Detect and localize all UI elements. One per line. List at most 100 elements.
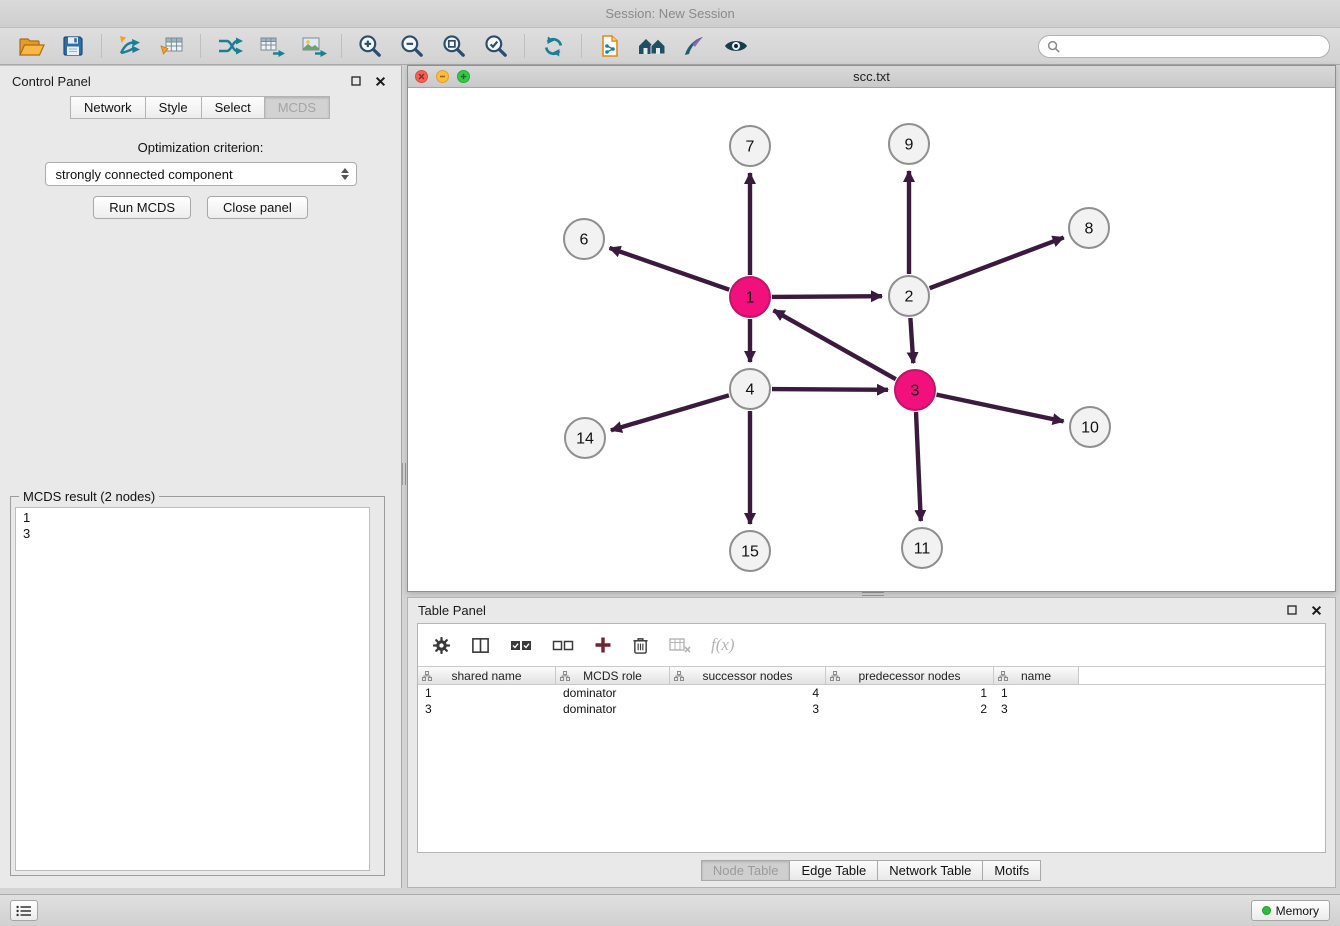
zoom-glyph-icon [460,73,467,80]
refresh-button[interactable] [532,31,574,62]
tab-mcds[interactable]: MCDS [264,96,330,119]
float-panel-button[interactable] [347,73,365,89]
graph-node-10[interactable]: 10 [1070,407,1110,447]
zoom-selected-button[interactable] [475,31,517,62]
splitter-handle[interactable] [862,592,884,596]
network-graph[interactable]: 7 9 6 8 1 2 4 3 14 10 15 11 [408,88,1335,591]
graph-edge-3-11[interactable] [916,412,921,521]
zoom-out-icon [399,33,425,59]
graph-node-7[interactable]: 7 [730,126,770,166]
shuffle-arrows-icon [216,34,243,58]
tab-edge-table[interactable]: Edge Table [789,860,878,881]
function-builder-button[interactable]: f(x) [711,635,735,655]
column-header-name[interactable]: name [994,667,1079,684]
graph-node-6[interactable]: 6 [564,219,604,259]
column-header-predecessor-nodes[interactable]: predecessor nodes [826,667,994,684]
task-history-button[interactable] [10,900,38,921]
graph-edge-2-8[interactable] [930,238,1064,289]
tab-select[interactable]: Select [201,96,265,119]
window-zoom-button[interactable] [457,70,470,83]
mcds-result-list[interactable]: 1 3 [15,507,370,871]
table-cell: 4 [670,685,826,701]
network-view-window: scc.txt 7968124314101511 [407,65,1336,592]
export-image-button[interactable] [292,31,334,62]
search-field[interactable] [1038,35,1330,58]
graph-node-2[interactable]: 2 [889,276,929,316]
import-table-icon [159,34,185,58]
graph-node-14[interactable]: 14 [565,418,605,458]
graph-node-9[interactable]: 9 [889,124,929,164]
graph-node-4[interactable]: 4 [730,369,770,409]
tab-network-table[interactable]: Network Table [877,860,983,881]
column-header-successor-nodes[interactable]: successor nodes [670,667,826,684]
graph-edge-3-10[interactable] [937,395,1064,422]
table-row[interactable]: 3dominator323 [418,701,1325,717]
network-canvas[interactable]: 7 9 6 8 1 2 4 3 14 10 15 11 [408,88,1335,591]
table-cell: dominator [556,685,670,701]
column-header-shared-name[interactable]: shared name [418,667,556,684]
delete-column-button[interactable] [632,636,649,655]
tab-node-table[interactable]: Node Table [701,860,791,881]
table-panel-header: Table Panel [408,598,1335,622]
table-settings-button[interactable] [432,636,451,655]
network-arrows-button[interactable] [208,31,250,62]
svg-text:1: 1 [746,290,755,307]
toolbar-separator [524,34,525,58]
open-session-button[interactable] [10,31,52,62]
window-close-button[interactable] [415,70,428,83]
graph-node-1[interactable]: 1 [730,277,770,317]
apply-style-button[interactable] [673,31,715,62]
column-header-label: predecessor nodes [858,669,960,683]
memory-button[interactable]: Memory [1251,900,1330,921]
float-icon [1287,605,1297,615]
graph-edge-1-6[interactable] [610,248,730,290]
close-table-panel-button[interactable] [1307,602,1325,618]
split-panel-button[interactable] [471,636,490,655]
table-cell: 3 [994,701,1079,717]
tab-style[interactable]: Style [145,96,202,119]
column-header-label: shared name [451,669,521,683]
graph-edge-2-3[interactable] [910,318,913,363]
graph-edge-4-14[interactable] [611,395,729,430]
graph-node-3[interactable]: 3 [895,370,935,410]
table-body: f(x) shared name MCDS rolesuccessor nodes… [417,623,1326,853]
table-row[interactable]: 1dominator411 [418,685,1325,701]
criterion-dropdown-value: strongly connected component [56,167,233,182]
graph-node-8[interactable]: 8 [1069,208,1109,248]
graph-edge-4-3[interactable] [772,389,888,390]
criterion-dropdown[interactable]: strongly connected component [45,162,357,186]
graph-node-15[interactable]: 15 [730,531,770,571]
float-table-panel-button[interactable] [1283,602,1301,618]
search-input[interactable] [1065,39,1321,54]
graph-edge-1-2[interactable] [772,296,882,297]
import-network-button[interactable] [109,31,151,62]
show-hide-button[interactable] [715,31,757,62]
deselect-all-button[interactable] [552,637,574,653]
import-table-button[interactable] [151,31,193,62]
tab-motifs[interactable]: Motifs [982,860,1041,881]
neighbors-button[interactable] [631,31,673,62]
splitter-handle[interactable] [402,463,406,485]
close-panel-button-label[interactable]: Close panel [207,196,308,219]
tab-network[interactable]: Network [70,96,146,119]
zoom-fit-button[interactable] [433,31,475,62]
zoom-in-button[interactable] [349,31,391,62]
graph-node-11[interactable]: 11 [902,528,942,568]
float-icon [351,76,361,86]
optimization-criterion-label: Optimization criterion: [0,140,401,155]
toolbar-separator [581,34,582,58]
column-header-mcds-role[interactable]: MCDS role [556,667,670,684]
zoom-out-button[interactable] [391,31,433,62]
select-all-button[interactable] [510,637,532,653]
delete-table-button[interactable] [669,636,691,654]
add-column-button[interactable] [594,636,612,654]
graph-edge-3-1[interactable] [774,310,896,379]
run-mcds-button[interactable]: Run MCDS [93,196,191,219]
svg-text:7: 7 [746,139,755,156]
svg-text:9: 9 [905,137,914,154]
close-panel-button[interactable] [371,73,389,89]
window-minimize-button[interactable] [436,70,449,83]
network-from-file-button[interactable] [589,31,631,62]
export-table-button[interactable] [250,31,292,62]
save-session-button[interactable] [52,31,94,62]
